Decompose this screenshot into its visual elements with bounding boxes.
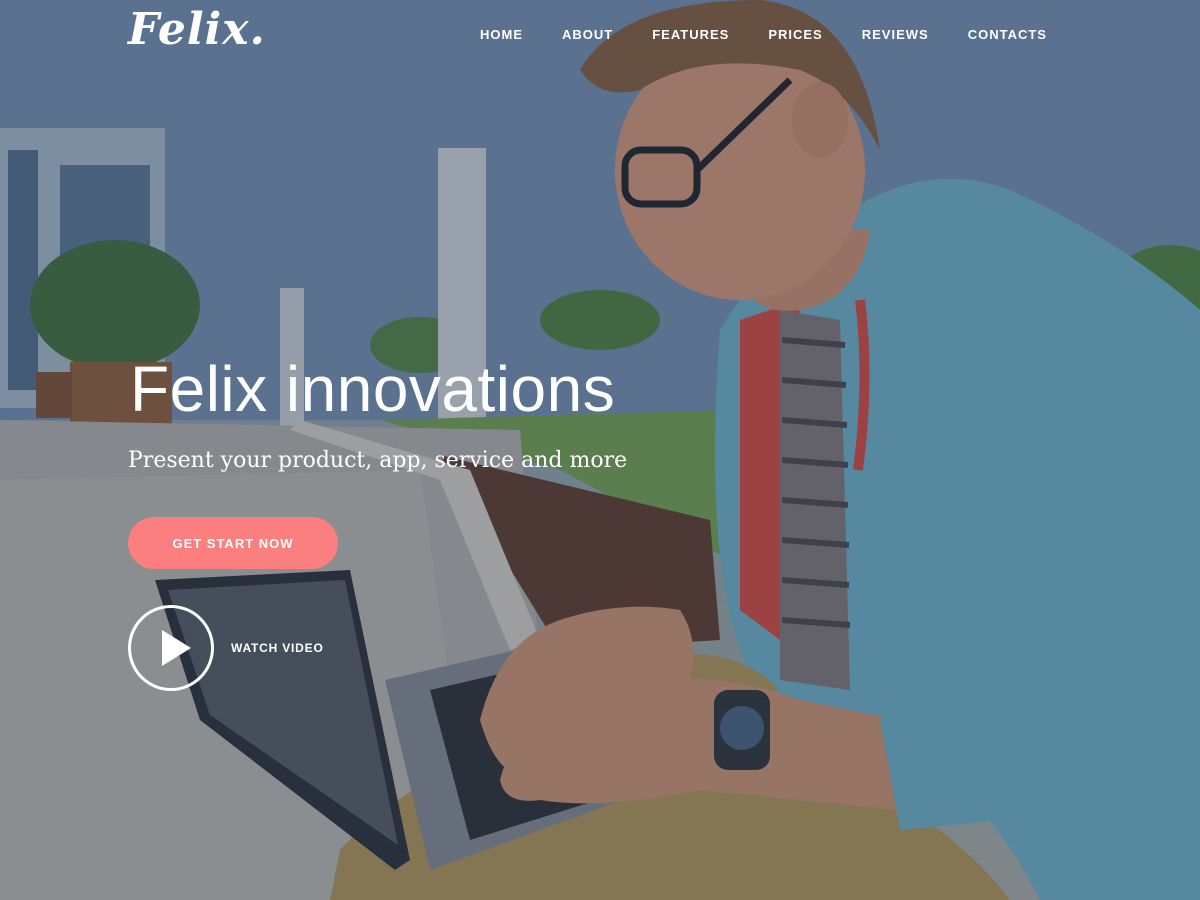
watch-video-label[interactable]: WATCH VIDEO: [231, 641, 324, 655]
hero-subtitle: Present your product, app, service and m…: [128, 448, 628, 473]
play-icon: [162, 630, 191, 666]
hero-section: Felix. HOME ABOUT FEATURES PRICES REVIEW…: [0, 0, 1200, 900]
get-start-now-button[interactable]: GET START NOW: [128, 517, 338, 569]
nav-item-about[interactable]: ABOUT: [562, 27, 613, 42]
nav-item-home[interactable]: HOME: [480, 27, 523, 42]
nav-item-features[interactable]: FEATURES: [652, 27, 729, 42]
play-button[interactable]: [128, 605, 214, 691]
nav-item-reviews[interactable]: REVIEWS: [862, 27, 929, 42]
brand-logo[interactable]: Felix.: [128, 4, 266, 55]
hero-title: Felix innovations: [130, 353, 616, 425]
nav-item-prices[interactable]: PRICES: [768, 27, 822, 42]
nav-item-contacts[interactable]: CONTACTS: [968, 27, 1047, 42]
main-nav: HOME ABOUT FEATURES PRICES REVIEWS CONTA…: [480, 27, 1047, 42]
watch-video-link[interactable]: WATCH VIDEO: [128, 605, 324, 691]
